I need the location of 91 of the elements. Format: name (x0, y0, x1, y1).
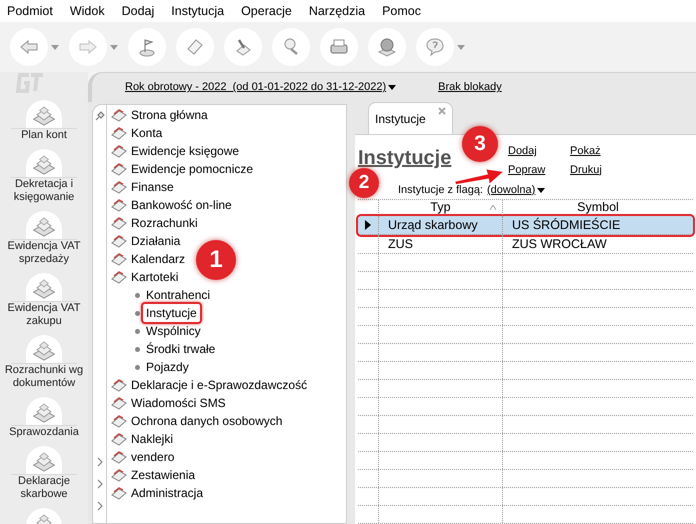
tree-item[interactable]: Zestawienia (111, 466, 196, 484)
toolbar-button[interactable] (69, 28, 118, 66)
tab[interactable]: Instytucje (368, 102, 453, 134)
caret-icon (457, 44, 465, 50)
stack-icon (31, 105, 57, 128)
menu-item[interactable]: Podmiot (7, 2, 53, 20)
bullet-icon (135, 328, 140, 334)
globe-icon (377, 37, 397, 57)
row-pointer-icon (365, 220, 371, 230)
filter-dropdown[interactable]: (dowolna) (487, 182, 546, 198)
toolbar-button[interactable] (10, 28, 59, 66)
menu-item[interactable]: Pomoc (382, 2, 421, 20)
menu-item[interactable]: Dodaj (122, 2, 154, 20)
caret-icon (51, 44, 59, 50)
column-header[interactable]: Symbol (503, 200, 693, 215)
toolbar-button[interactable] (176, 28, 214, 66)
bullet-icon (135, 292, 140, 298)
tree-item[interactable]: Deklaracje i e-Sprawozdawczość (111, 376, 308, 394)
table-row[interactable]: Urząd skarbowy US ŚRÓDMIEŚCIE (358, 216, 693, 235)
sidebar-item[interactable]: Dekretacja i księgowanie (1, 149, 87, 206)
tree-item[interactable]: Strona główna (111, 106, 208, 124)
arrow-icon (19, 39, 39, 55)
tree-item[interactable]: Pojazdy (146, 358, 189, 376)
action-link[interactable]: Drukuj (570, 162, 630, 178)
sidebar-item[interactable]: Deklaracje skarbowe (1, 446, 87, 503)
toolbar-button[interactable] (272, 28, 310, 66)
bullet-icon (135, 364, 140, 370)
table-cell-text: ZUS WROCŁAW (511, 236, 608, 253)
toolbar-button[interactable] (416, 28, 465, 66)
caret-icon (110, 44, 118, 50)
panel-title: Instytucje (358, 146, 452, 171)
tree-item[interactable]: Ewidencje pomocnicze (111, 160, 254, 178)
chevron-icon[interactable] (96, 457, 102, 467)
stack-icon (31, 451, 57, 474)
tree-item[interactable]: Naklejki (111, 430, 174, 448)
tree-item[interactable]: Działania (111, 232, 180, 250)
arrow-icon (78, 39, 98, 55)
logo-icon (15, 72, 45, 94)
table-cell: ZUS (379, 235, 503, 253)
close-icon[interactable] (438, 107, 446, 115)
menu-item[interactable]: Operacje (241, 2, 292, 20)
tree-item[interactable]: Kalendarz (111, 250, 186, 268)
caret-icon (388, 85, 396, 90)
lock-status-link[interactable]: Brak blokady (438, 79, 502, 96)
table-cell-text: US ŚRÓDMIEŚCIE (511, 216, 622, 234)
tree-item[interactable]: Kontrahenci (146, 286, 210, 304)
sidebar-item[interactable]: Ewidencja VAT sprzedaży (1, 211, 87, 268)
menu-item[interactable]: Widok (70, 2, 105, 20)
sidebar-item[interactable]: Rozrachunki wg dokumentów (1, 335, 87, 392)
chevron-icon[interactable] (96, 501, 102, 511)
sidebar-item[interactable]: Sprawozdania (1, 397, 87, 441)
pin-icon (94, 111, 104, 121)
tree-item[interactable]: Ewidencje księgowe (111, 142, 240, 160)
toolbar-button[interactable] (128, 28, 166, 66)
bullet-icon (135, 310, 140, 316)
help-icon (425, 37, 445, 57)
action-link[interactable]: Dodaj (508, 143, 570, 160)
tree-item[interactable]: Wiadomości SMS (111, 394, 226, 412)
tree-item[interactable]: Instytucje (141, 302, 202, 324)
stack-icon (31, 340, 57, 363)
table-row[interactable]: ZUS ZUS WROCŁAW (358, 235, 693, 254)
toolbar-button[interactable] (368, 28, 406, 66)
stack-icon (31, 278, 57, 301)
tree-item[interactable]: Konta (111, 124, 162, 142)
tree-item[interactable]: Administracja (111, 484, 204, 502)
stack-icon (31, 154, 57, 177)
tree-item[interactable]: vendero (111, 448, 174, 466)
bullet-icon (135, 346, 140, 352)
tree-item[interactable]: Bankowość on-line (111, 196, 232, 214)
action-link[interactable]: Popraw (508, 162, 570, 178)
table-cell: Urząd skarbowy (379, 216, 503, 234)
toolbar-button[interactable] (320, 28, 358, 66)
chevron-icon[interactable] (96, 479, 102, 489)
menu-item[interactable]: Narzędzia (308, 2, 366, 20)
tree-item[interactable]: Wspólnicy (146, 322, 201, 340)
menu-item[interactable]: Instytucja (171, 2, 224, 20)
action-link[interactable]: Pokaż (570, 143, 630, 160)
sidebar-item[interactable]: Ewidencja VAT zakupu (1, 273, 87, 330)
tree-item[interactable]: Ochrona danych osobowych (111, 412, 282, 430)
tree-item[interactable]: Rozrachunki (111, 214, 198, 232)
tree-item[interactable]: Finanse (111, 178, 174, 196)
flag-icon (137, 37, 157, 57)
filter-label: Instytucje z flagą: (398, 182, 483, 198)
stack-icon (31, 402, 57, 425)
sidebar-item[interactable]: Plan kont (1, 100, 87, 144)
toolbar-button[interactable] (224, 28, 262, 66)
tree-item[interactable]: Kartoteki (111, 268, 178, 286)
tree-item[interactable]: Środki trwałe (146, 340, 216, 358)
stack-icon (31, 216, 57, 239)
fiscal-year-dropdown[interactable]: Rok obrotowy - 2022 (od 01-01-2022 do 31-12-2022) (125, 79, 396, 96)
caret-icon (537, 188, 546, 192)
